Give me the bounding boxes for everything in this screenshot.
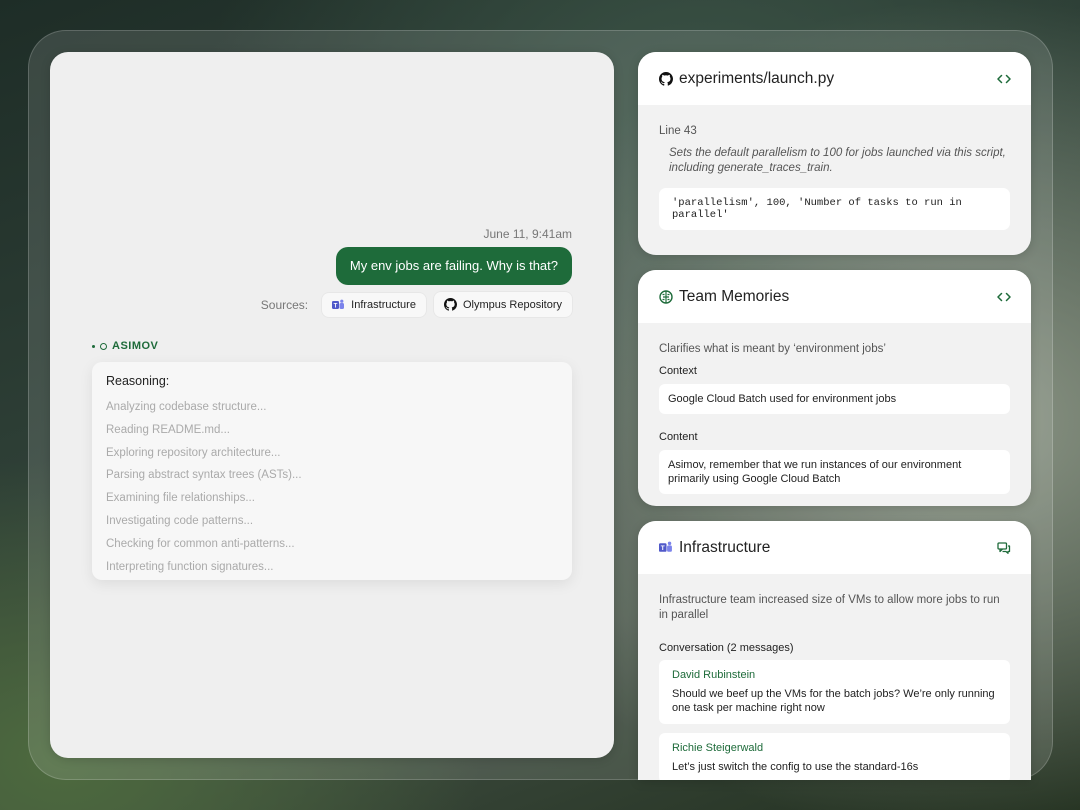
memory-summary: Clarifies what is meant by ‘environment …	[659, 343, 886, 355]
reasoning-step: Investigating code patterns...	[106, 514, 254, 527]
reasoning-step: Interpreting function signatures...	[106, 560, 274, 573]
chat-bubbles-icon[interactable]	[997, 541, 1011, 554]
infra-card-header: T Infrastructure	[638, 521, 1031, 574]
reasoning-step: Parsing abstract syntax trees (ASTs)...	[106, 469, 302, 482]
github-icon	[659, 71, 673, 86]
reasoning-step: Checking for common anti-patterns...	[106, 537, 295, 550]
memories-card-header: Team Memories	[638, 270, 1031, 323]
brain-icon	[659, 289, 673, 304]
source-chip-label: Infrastructure	[351, 298, 416, 311]
file-note: Sets the default parallelism to 100 for …	[669, 147, 1006, 174]
reasoning-step: Analyzing codebase structure...	[106, 401, 267, 413]
code-icon[interactable]	[997, 74, 1011, 84]
source-chip-olympus-repository[interactable]: Olympus Repository	[433, 292, 572, 317]
reasoning-step: Examining file relationships...	[106, 492, 255, 505]
source-chip-infrastructure[interactable]: T Infrastructure	[322, 292, 426, 317]
conversation-label: Conversation (2 messages)	[659, 642, 794, 654]
infra-card-title: Infrastructure	[679, 538, 771, 556]
content-value: Asimov, remember that we run instances o…	[659, 450, 1010, 494]
code-icon[interactable]	[997, 292, 1011, 302]
chat-panel: June 11, 9:41am My env jobs are failing.…	[50, 52, 614, 758]
infrastructure-card: T Infrastructure Infrastructure team inc…	[638, 521, 1031, 780]
context-value: Google Cloud Batch used for environment …	[659, 384, 1010, 414]
reasoning-card: Reasoning: Analyzing codebase structure.…	[92, 362, 572, 580]
svg-text:T: T	[661, 545, 665, 552]
message-author: Richie Steigerwald	[672, 742, 764, 754]
message-text: Should we beef up the VMs for the batch …	[672, 688, 995, 714]
team-memories-card: Team Memories Clarifies what is meant by…	[638, 270, 1031, 506]
file-card: experiments/launch.py Line 43 Sets the d…	[638, 52, 1031, 255]
sources-row: Sources: T Infrastructure Olympus Reposi…	[261, 292, 572, 317]
content-label: Content	[659, 431, 698, 443]
context-label: Context	[659, 365, 697, 377]
message-author: David Rubinstein	[672, 669, 756, 681]
conversation-message[interactable]: Richie Steigerwald Let’s just switch the…	[659, 733, 1010, 780]
reasoning-step: Reading README.md...	[106, 423, 230, 436]
reasoning-step: Exploring repository architecture...	[106, 446, 281, 459]
svg-text:T: T	[334, 303, 338, 309]
infra-summary: Infrastructure team increased size of VM…	[659, 594, 1000, 621]
source-chip-label: Olympus Repository	[462, 298, 562, 311]
assistant-name: ASIMOV	[112, 340, 159, 352]
code-snippet: 'parallelism', 100, 'Number of tasks to …	[659, 188, 1010, 230]
file-card-header: experiments/launch.py	[638, 52, 1031, 105]
sources-label: Sources:	[260, 297, 309, 312]
asimov-logo-ring-icon	[100, 342, 107, 350]
conversation-message[interactable]: David Rubinstein Should we beef up the V…	[659, 660, 1010, 724]
message-text: Let’s just switch the config to use the …	[672, 761, 919, 773]
line-number: Line 43	[659, 125, 697, 137]
file-card-title: experiments/launch.py	[679, 69, 835, 87]
github-icon	[443, 298, 457, 311]
user-message-bubble: My env jobs are failing. Why is that?	[335, 247, 572, 285]
teams-icon: T	[659, 541, 673, 554]
assistant-label: ASIMOV	[92, 340, 158, 352]
message-timestamp: June 11, 9:41am	[483, 227, 572, 241]
memories-card-title: Team Memories	[679, 287, 790, 305]
reasoning-title: Reasoning:	[106, 374, 170, 388]
asimov-logo-dot-icon	[92, 344, 95, 348]
teams-icon: T	[332, 299, 345, 311]
